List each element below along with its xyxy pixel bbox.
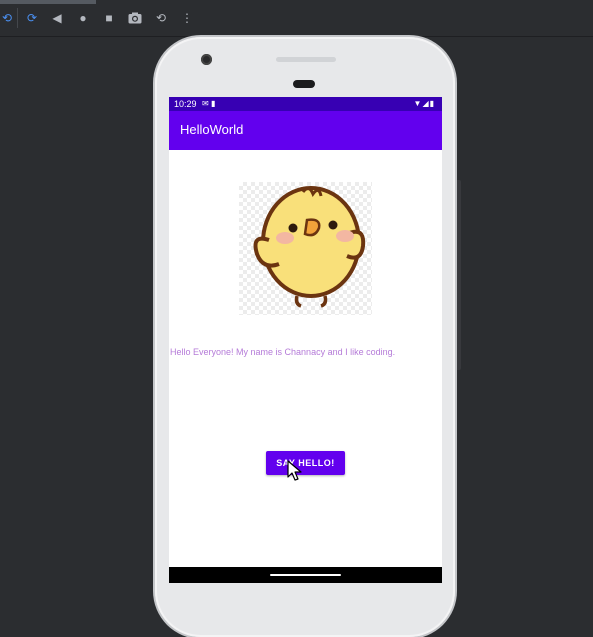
home-icon[interactable]: ● [76,11,90,25]
home-gesture-handle[interactable] [270,574,341,576]
emulator-toolbar: ⟲ ⟳ ◀ ● ■ ⟲ ⋮ [0,0,593,37]
status-left-icons: ✉ ▮ [202,97,215,111]
battery-icon: ▮ [429,99,435,108]
signal-icon: ◢ [422,99,430,108]
snapshot-icon[interactable]: ⟲ [154,11,168,25]
mouse-cursor-icon [287,460,302,481]
phone-frame: 10:29 ✉ ▮ ▼◢▮ HelloWorld Hello Everyone!… [155,37,455,637]
hello-text: Hello Everyone! My name is Channacy and … [170,347,396,357]
rotate-left-icon[interactable]: ⟲ [0,11,14,25]
device-screen: 10:29 ✉ ▮ ▼◢▮ HelloWorld Hello Everyone!… [169,97,442,583]
more-icon[interactable]: ⋮ [180,11,194,25]
sim-card-icon: ▮ [210,99,216,108]
status-right-icons: ▼◢▮ [414,97,435,111]
front-camera [201,54,212,65]
app-title: HelloWorld [180,122,244,137]
rotate-right-icon[interactable]: ⟳ [25,11,39,25]
app-bar: HelloWorld [169,111,442,150]
status-time: 10:29 [174,99,197,109]
toolbar-divider [17,8,18,28]
overview-icon[interactable]: ■ [102,11,116,25]
status-bar: 10:29 ✉ ▮ ▼◢▮ [169,97,442,111]
screenshot-icon[interactable] [128,11,142,25]
say-hello-button[interactable]: SAY HELLO! [266,451,345,475]
back-icon[interactable]: ◀ [50,11,64,25]
chick-image [239,182,372,315]
toolbar-progress-bar [0,0,96,4]
notification-icon: ✉ [202,99,209,108]
navigation-bar [169,567,442,583]
speaker-grille [276,57,336,62]
earpiece [293,80,315,88]
